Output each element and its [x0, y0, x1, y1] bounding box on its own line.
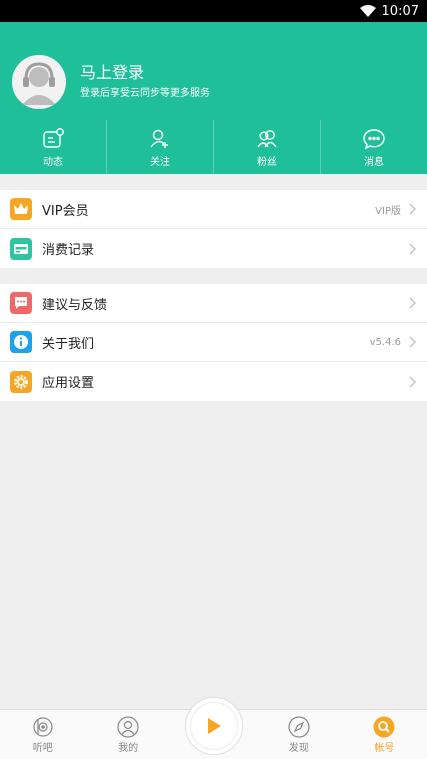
tab-listen[interactable]: 听吧 — [0, 710, 85, 759]
quick-item-feed[interactable]: 动态 — [0, 120, 107, 174]
status-time: 10:07 — [381, 3, 419, 19]
radio-icon — [33, 716, 53, 737]
chevron-right-icon — [409, 336, 416, 348]
follow-icon — [150, 129, 168, 148]
quick-item-follow[interactable]: 关注 — [107, 120, 214, 174]
message-icon — [363, 128, 385, 149]
menu-label: 关于我们 — [42, 336, 95, 352]
account-icon — [373, 716, 395, 737]
compass-icon — [288, 715, 310, 738]
feedback-icon — [10, 292, 32, 314]
account-header: 马上登录 登录后享受云同步等更多服务 动态 关注 粉丝 消息 — [0, 22, 427, 174]
wifi-icon — [359, 5, 376, 17]
default-avatar-icon — [12, 55, 66, 109]
quick-label: 关注 — [150, 156, 170, 168]
menu-label: 应用设置 — [42, 376, 95, 391]
menu-label: 建议与反馈 — [42, 297, 108, 313]
tab-label: 发现 — [288, 742, 309, 754]
login-title[interactable]: 马上登录 — [80, 62, 210, 84]
chevron-right-icon — [409, 243, 416, 254]
quick-label: 消息 — [364, 156, 384, 168]
menu-item-vip[interactable]: VIP会员 VIP版 — [0, 190, 427, 229]
login-profile[interactable]: 马上登录 登录后享受云同步等更多服务 — [0, 22, 427, 120]
menu-value: VIP版 — [375, 205, 401, 217]
menu-label: VIP会员 — [42, 203, 89, 219]
chevron-right-icon — [409, 203, 416, 215]
menu-group-app: 建议与反馈 关于我们 v5.4.6 应用设置 — [0, 284, 427, 401]
menu-group-membership: VIP会员 VIP版 消费记录 — [0, 190, 427, 268]
menu-value: v5.4.6 — [369, 336, 401, 348]
tab-account[interactable]: 帐号 — [342, 710, 427, 759]
menu-label: 消费记录 — [42, 243, 95, 258]
tab-label: 帐号 — [374, 742, 395, 754]
menu-item-about[interactable]: 关于我们 v5.4.6 — [0, 323, 427, 362]
quick-label: 粉丝 — [257, 156, 277, 168]
wallet-icon — [10, 237, 32, 260]
info-icon — [10, 331, 32, 353]
menu-item-settings[interactable]: 应用设置 — [0, 362, 427, 401]
tab-label: 听吧 — [32, 742, 53, 754]
menu-item-purchases[interactable]: 消费记录 — [0, 229, 427, 268]
play-button[interactable] — [185, 697, 243, 755]
menu-item-feedback[interactable]: 建议与反馈 — [0, 284, 427, 323]
quick-actions: 动态 关注 粉丝 消息 — [0, 120, 427, 174]
tab-discover[interactable]: 发现 — [256, 710, 341, 759]
chevron-right-icon — [409, 297, 416, 309]
settings-icon — [10, 370, 32, 393]
status-bar: 10:07 — [0, 0, 427, 22]
chevron-right-icon — [409, 376, 416, 387]
login-subtitle: 登录后享受云同步等更多服务 — [80, 88, 210, 99]
user-icon — [117, 715, 139, 738]
tab-mine[interactable]: 我的 — [85, 710, 170, 759]
fans-icon — [257, 129, 277, 147]
avatar[interactable] — [12, 55, 66, 109]
feed-icon — [43, 127, 64, 148]
quick-item-fans[interactable]: 粉丝 — [214, 120, 321, 174]
quick-item-message[interactable]: 消息 — [321, 120, 427, 174]
quick-label: 动态 — [43, 156, 63, 168]
play-icon — [208, 718, 221, 734]
crown-icon — [10, 198, 32, 220]
tab-label: 我的 — [118, 742, 139, 754]
